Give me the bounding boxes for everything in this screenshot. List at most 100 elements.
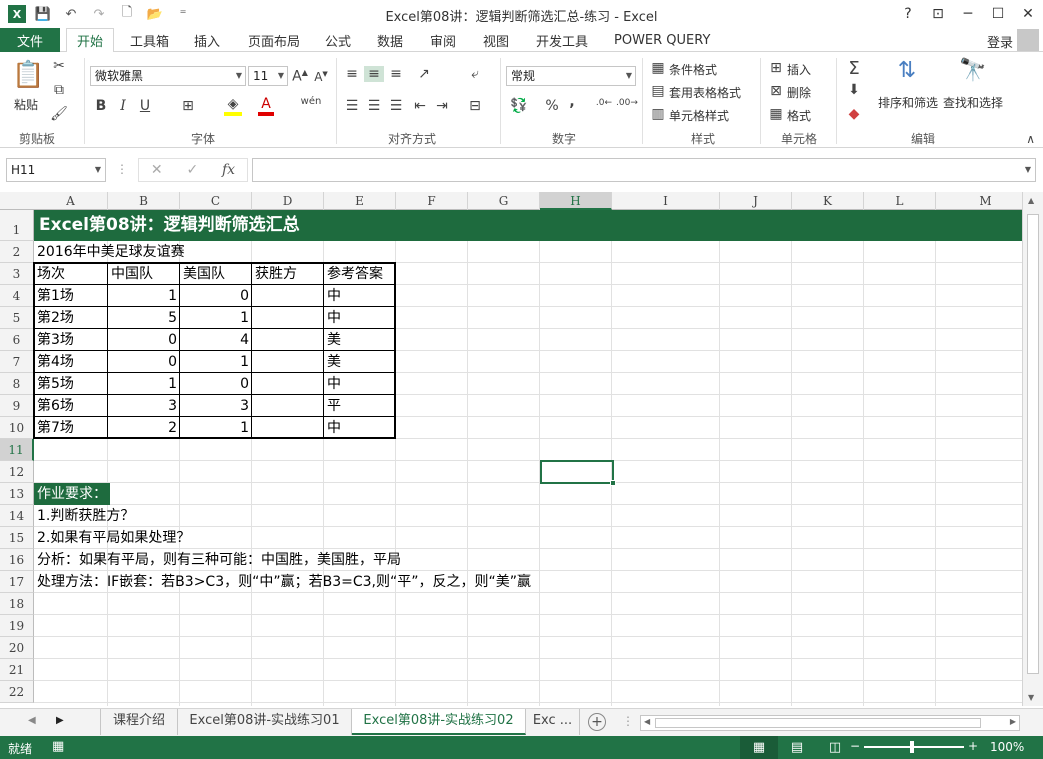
percent-button[interactable]: % bbox=[544, 98, 560, 114]
selected-cell[interactable] bbox=[540, 460, 616, 486]
row-header-4[interactable]: 4 bbox=[0, 285, 34, 307]
conditional-format-icon[interactable]: ▦ bbox=[650, 60, 666, 76]
increase-font-icon[interactable]: A▲ bbox=[292, 68, 308, 85]
row-header-18[interactable]: 18 bbox=[0, 593, 34, 615]
column-header-i[interactable]: I bbox=[612, 192, 720, 210]
column-header-b[interactable]: B bbox=[108, 192, 180, 210]
align-middle-icon[interactable]: ≡ bbox=[364, 66, 384, 82]
cell-styles-icon[interactable]: ▥ bbox=[650, 106, 666, 122]
row-header-6[interactable]: 6 bbox=[0, 329, 34, 351]
align-bottom-icon[interactable]: ≡ bbox=[388, 66, 404, 82]
zoom-level[interactable]: 100% bbox=[990, 740, 1024, 754]
row-header-20[interactable]: 20 bbox=[0, 637, 34, 659]
tab-review[interactable]: 审阅 bbox=[430, 28, 456, 52]
conditional-format-button[interactable]: 条件格式 bbox=[669, 61, 717, 78]
help-icon[interactable]: ? bbox=[893, 0, 923, 28]
horizontal-scrollbar[interactable]: ◀ ▶ bbox=[640, 715, 1020, 731]
sort-filter-button[interactable]: 排序和筛选 bbox=[876, 94, 940, 111]
sheet-banner[interactable]: Excel第08讲：逻辑判断筛选汇总 bbox=[34, 210, 1022, 241]
row-header-10[interactable]: 10 bbox=[0, 417, 34, 439]
wrap-text-icon[interactable]: ⤶ bbox=[466, 66, 484, 82]
font-size-combo[interactable]: 11 ▼ bbox=[248, 66, 288, 86]
italic-button[interactable]: I bbox=[116, 98, 130, 114]
sheet-prev-icon[interactable]: ◀ bbox=[28, 715, 36, 726]
fill-icon[interactable]: ⬇ bbox=[844, 82, 864, 98]
login-link[interactable]: 登录 bbox=[987, 32, 1013, 51]
row-header-3[interactable]: 3 bbox=[0, 263, 34, 285]
delete-cells-button[interactable]: 删除 bbox=[787, 84, 811, 101]
scroll-down-icon[interactable]: ▼ bbox=[1028, 693, 1034, 702]
sheet-tab-practice-01[interactable]: Excel第08讲-实战练习01 bbox=[178, 709, 352, 735]
bold-button[interactable]: B bbox=[94, 98, 108, 114]
cell-area[interactable]: Excel第08讲：逻辑判断筛选汇总 2016年中美足球友谊赛 场次 中国队 美国队… bbox=[33, 210, 1036, 706]
cancel-icon[interactable]: ✕ bbox=[151, 162, 163, 178]
tab-page-layout[interactable]: 页面布局 bbox=[248, 28, 300, 52]
align-right-icon[interactable]: ☰ bbox=[388, 98, 404, 114]
paste-icon[interactable]: 📋 bbox=[12, 60, 44, 92]
subtitle-cell[interactable]: 2016年中美足球友谊赛 bbox=[34, 241, 188, 263]
note-cell[interactable]: 分析：如果有平局，则有三种可能：中国胜，美国胜，平局 bbox=[34, 549, 404, 571]
format-as-table-icon[interactable]: ▤ bbox=[650, 83, 666, 99]
sheet-next-icon[interactable]: ▶ bbox=[56, 715, 64, 726]
tab-home[interactable]: 开始 bbox=[66, 28, 115, 53]
vertical-scroll-thumb[interactable] bbox=[1027, 214, 1039, 674]
autosum-icon[interactable]: Σ bbox=[844, 58, 864, 79]
page-layout-view-icon[interactable]: ▤ bbox=[778, 736, 816, 759]
format-cells-icon[interactable]: ▦ bbox=[768, 106, 784, 122]
tab-insert[interactable]: 插入 bbox=[194, 28, 220, 52]
scroll-up-icon[interactable]: ▲ bbox=[1028, 196, 1034, 205]
cut-icon[interactable]: ✂ bbox=[50, 58, 68, 74]
column-header-a[interactable]: A bbox=[34, 192, 108, 210]
merge-center-icon[interactable]: ⊟ bbox=[466, 98, 484, 114]
fill-handle[interactable] bbox=[610, 480, 616, 486]
enter-icon[interactable]: ✓ bbox=[186, 162, 198, 178]
macro-record-icon[interactable]: ▦ bbox=[52, 739, 64, 754]
scroll-right-icon[interactable]: ▶ bbox=[1010, 717, 1016, 726]
tab-file[interactable]: 文件 bbox=[0, 28, 60, 52]
decrease-decimal-icon[interactable]: .00→ bbox=[616, 98, 638, 108]
row-header-12[interactable]: 12 bbox=[0, 461, 34, 483]
row-header-22[interactable]: 22 bbox=[0, 681, 34, 703]
sheet-tab-intro[interactable]: 课程介绍 bbox=[100, 709, 178, 735]
tab-power-query[interactable]: POWER QUERY bbox=[614, 28, 710, 52]
comma-button[interactable]: , bbox=[566, 94, 578, 110]
note-cell[interactable]: 处理方法：IF嵌套：若B3>C3，则“中”赢；若B3=C3,则“平”，反之，则“… bbox=[34, 571, 534, 593]
decrease-font-icon[interactable]: A▼ bbox=[314, 70, 328, 84]
format-painter-icon[interactable]: 🖌 bbox=[50, 106, 68, 122]
phonetic-icon[interactable]: wén bbox=[300, 96, 322, 107]
zoom-slider-knob[interactable] bbox=[910, 741, 914, 753]
column-header-f[interactable]: F bbox=[396, 192, 468, 210]
column-header-d[interactable]: D bbox=[252, 192, 324, 210]
normal-view-icon[interactable]: ▦ bbox=[740, 736, 778, 759]
zoom-slider[interactable] bbox=[864, 741, 964, 753]
column-header-l[interactable]: L bbox=[864, 192, 936, 210]
tab-formulas[interactable]: 公式 bbox=[325, 28, 351, 52]
find-select-button[interactable]: 查找和选择 bbox=[940, 94, 1006, 111]
note-cell[interactable]: 1.判断获胜方？ bbox=[34, 505, 137, 527]
row-header-19[interactable]: 19 bbox=[0, 615, 34, 637]
zoom-in-icon[interactable]: + bbox=[968, 739, 978, 753]
close-icon[interactable]: ✕ bbox=[1013, 0, 1043, 28]
row-header-15[interactable]: 15 bbox=[0, 527, 34, 549]
find-select-icon[interactable]: 🔭 bbox=[956, 58, 990, 83]
delete-cells-icon[interactable]: ⊠ bbox=[768, 83, 784, 99]
row-header-2[interactable]: 2 bbox=[0, 241, 34, 263]
column-header-g[interactable]: G bbox=[468, 192, 540, 210]
copy-icon[interactable]: ⧉ bbox=[50, 82, 68, 98]
currency-icon[interactable]: 💱 bbox=[508, 98, 530, 114]
paste-button[interactable]: 粘贴 bbox=[10, 96, 42, 113]
tab-view[interactable]: 视图 bbox=[483, 28, 509, 52]
column-header-j[interactable]: J bbox=[720, 192, 792, 210]
cell-styles-button[interactable]: 单元格样式 bbox=[669, 107, 729, 124]
fill-color-icon[interactable]: ◈ bbox=[224, 96, 242, 116]
sheet-tab-practice-02[interactable]: Excel第08讲-实战练习02 bbox=[352, 709, 526, 735]
page-break-view-icon[interactable]: ◫ bbox=[816, 736, 854, 759]
scroll-left-icon[interactable]: ◀ bbox=[644, 717, 650, 726]
row-header-21[interactable]: 21 bbox=[0, 659, 34, 681]
orientation-icon[interactable]: ↗ bbox=[414, 66, 434, 82]
row-header-5[interactable]: 5 bbox=[0, 307, 34, 329]
sort-filter-icon[interactable]: ⇅ bbox=[890, 58, 924, 83]
format-cells-button[interactable]: 格式 bbox=[787, 107, 811, 124]
row-header-7[interactable]: 7 bbox=[0, 351, 34, 373]
row-header-11[interactable]: 11 bbox=[0, 439, 34, 461]
